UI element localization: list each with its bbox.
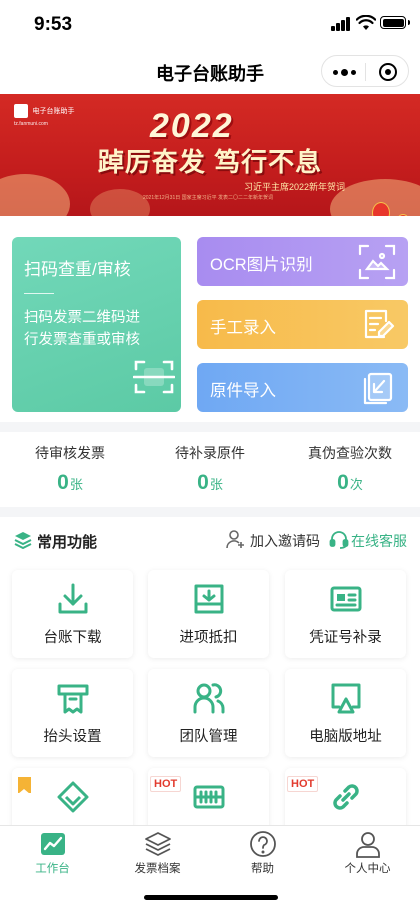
ocr-recognition-card[interactable]: OCR图片识别 — [197, 237, 408, 286]
section-separator — [0, 422, 420, 432]
image-scan-icon — [358, 244, 396, 280]
inbox-download-icon — [194, 584, 224, 614]
online-support-link[interactable]: 在线客服 — [351, 531, 407, 551]
server-icon — [193, 785, 225, 809]
tile-team-management[interactable]: 团队管理 — [148, 669, 269, 757]
ocr-card-label: OCR图片识别 — [210, 256, 313, 274]
banner-logo-url: tz.fanmuni.com — [14, 121, 48, 127]
download-icon — [58, 583, 88, 614]
banner-logo-text: 电子台账助手 — [32, 107, 75, 115]
banner-date-line: 2021年12月31日 国家主席习近平 发表二〇二二年新年贺词 — [143, 195, 274, 201]
invite-user-icon[interactable] — [226, 529, 246, 549]
stat-value: 0 — [57, 471, 69, 494]
capsule-divider — [365, 63, 366, 81]
banner-logo: 电子台账助手 tz.fanmuni.com — [14, 102, 74, 127]
link-icon — [333, 784, 359, 810]
tile-desktop-address[interactable]: 电脑版地址 — [285, 669, 406, 757]
home-indicator[interactable] — [144, 895, 278, 900]
tile-input-deduction[interactable]: 进项抵扣 — [148, 570, 269, 658]
tab-label: 帮助 — [251, 863, 274, 875]
user-icon — [355, 832, 380, 858]
banner-year: 2022 — [150, 107, 234, 145]
stat-value: 0 — [337, 471, 349, 494]
section-separator — [0, 507, 420, 517]
team-icon — [193, 683, 225, 714]
status-time: 9:53 — [34, 14, 73, 35]
tab-label: 个人中心 — [344, 863, 391, 875]
stat-label: 待补录原件 — [175, 445, 245, 461]
scan-frame-icon — [133, 360, 175, 394]
receipt-printer-icon — [57, 684, 89, 714]
cloud-decoration — [0, 174, 70, 216]
stat-pending-originals[interactable]: 待补录原件 0张 — [140, 443, 280, 495]
scan-check-card[interactable]: 扫码查重/审核 扫码发票二维码进行发票查重或审核 — [12, 237, 181, 412]
monitor-icon — [331, 683, 361, 714]
import-file-icon — [363, 372, 393, 405]
stat-unit: 张 — [69, 477, 83, 492]
tab-profile[interactable]: 个人中心 — [315, 830, 420, 876]
signal-icon — [331, 17, 351, 31]
stat-pending-review[interactable]: 待审核发票 0张 — [0, 443, 140, 495]
functions-header: 常用功能 加入邀请码 在线客服 — [0, 517, 420, 562]
layers-icon — [144, 832, 171, 856]
scan-card-divider — [24, 293, 54, 294]
diamond-icon — [57, 781, 89, 813]
more-icon[interactable] — [333, 69, 356, 76]
banner-subtitle: 习近平主席2022新年贺词 — [244, 182, 346, 192]
banner-slogan: 踔厉奋发 笃行不息 — [97, 147, 323, 177]
scan-card-title: 扫码查重/审核 — [24, 260, 131, 279]
stat-label: 真伪查验次数 — [308, 445, 392, 461]
hot-badge: HOT — [287, 776, 319, 792]
close-mini-program-icon[interactable] — [379, 63, 397, 81]
tile-label: 台账下载 — [43, 630, 102, 646]
battery-icon — [380, 16, 410, 29]
stat-unit: 张 — [209, 477, 223, 492]
wifi-icon — [356, 15, 376, 30]
nav-bar: 电子台账助手 — [0, 50, 420, 94]
stat-unit: 次 — [349, 477, 363, 492]
tab-label: 发票档案 — [134, 863, 181, 875]
stat-label: 待审核发票 — [35, 445, 105, 461]
id-card-icon — [330, 586, 362, 612]
headset-icon[interactable] — [329, 529, 349, 549]
chart-icon — [40, 833, 65, 855]
tab-label: 工作台 — [35, 863, 70, 875]
manual-card-label: 手工录入 — [210, 319, 276, 337]
tab-workbench[interactable]: 工作台 — [0, 830, 105, 876]
hot-badge: HOT — [150, 776, 182, 792]
stat-value: 0 — [197, 471, 209, 494]
tile-label: 电脑版地址 — [309, 729, 382, 745]
invite-code-link[interactable]: 加入邀请码 — [250, 531, 320, 551]
tile-voucher-number[interactable]: 凭证号补录 — [285, 570, 406, 658]
tile-label: 团队管理 — [179, 729, 238, 745]
original-import-card[interactable]: 原件导入 — [197, 363, 408, 412]
tile-label: 凭证号补录 — [309, 630, 382, 646]
tile-label: 抬头设置 — [43, 729, 102, 745]
tile-ledger-download[interactable]: 台账下载 — [12, 570, 133, 658]
tile-label: 进项抵扣 — [179, 630, 238, 646]
stats-panel: 待审核发票 0张 待补录原件 0张 真伪查验次数 0次 — [0, 432, 420, 507]
tab-invoice-archive[interactable]: 发票档案 — [105, 830, 210, 876]
tile-header-settings[interactable]: 抬头设置 — [12, 669, 133, 757]
scan-card-desc: 扫码发票二维码进行发票查重或审核 — [24, 310, 140, 348]
stack-icon — [14, 532, 32, 549]
manual-entry-card[interactable]: 手工录入 — [197, 300, 408, 349]
edit-document-icon — [364, 309, 395, 339]
tab-help[interactable]: 帮助 — [210, 830, 315, 876]
functions-title: 常用功能 — [37, 534, 98, 551]
app-logo-icon — [14, 103, 28, 118]
question-icon — [249, 831, 276, 857]
bookmark-badge — [18, 777, 31, 794]
mini-program-capsule — [321, 55, 409, 87]
status-bar: 9:53 — [0, 0, 420, 50]
promo-banner[interactable]: 电子台账助手 tz.fanmuni.com 2022 踔厉奋发 笃行不息 习近平… — [0, 94, 420, 216]
cloud-decoration — [90, 189, 150, 216]
stat-verification-count[interactable]: 真伪查验次数 0次 — [280, 443, 420, 495]
import-card-label: 原件导入 — [210, 382, 276, 400]
